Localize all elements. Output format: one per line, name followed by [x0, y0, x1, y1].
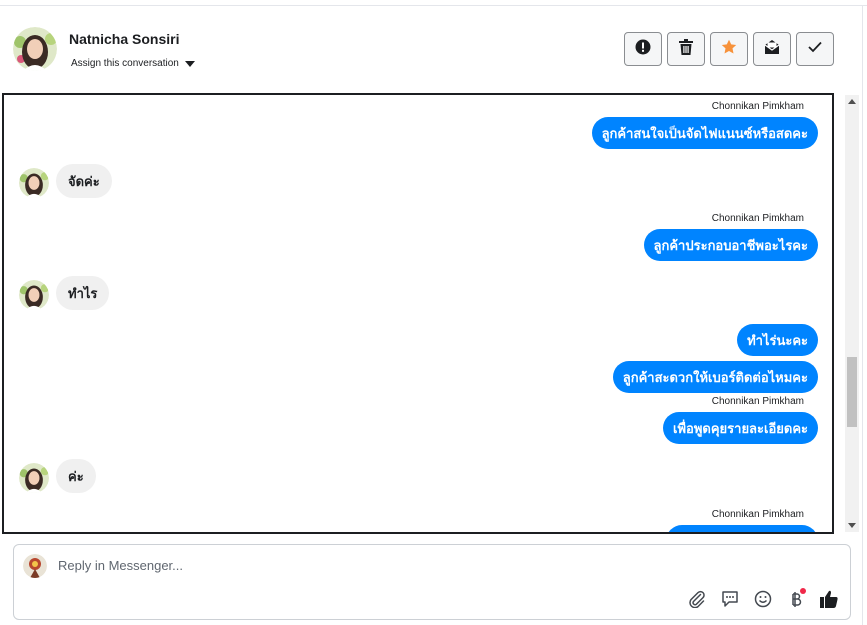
outgoing-message[interactable]: ลูกค้าสะดวกให้เบอร์ติดต่อไหมคะ [612, 361, 818, 393]
star-icon [721, 39, 737, 60]
sender-name: Chonnikan Pimkham [711, 101, 804, 112]
envelope-icon [764, 39, 780, 60]
mark-unread-button[interactable] [753, 32, 791, 66]
saved-reply-icon[interactable] [719, 588, 741, 610]
sender-name: Chonnikan Pimkham [711, 396, 804, 407]
assign-label: Assign this conversation [71, 58, 179, 69]
star-button[interactable] [710, 32, 748, 66]
contact-message-avatar [19, 168, 49, 198]
page-avatar [23, 554, 47, 578]
outgoing-message[interactable]: ลูกค้าสนใจเป็นจัดไฟแนนซ์หรือสดคะ [591, 117, 818, 149]
header-actions [624, 32, 834, 66]
outgoing-message[interactable] [666, 525, 818, 532]
composer-tools [686, 588, 840, 610]
scroll-thumb[interactable] [847, 357, 857, 427]
exclamation-circle-icon [635, 39, 651, 60]
conversation-header: Natnicha Sonsiri Assign this conversatio… [0, 6, 862, 93]
sender-name: Chonnikan Pimkham [711, 213, 804, 224]
contact-avatar[interactable] [13, 27, 57, 71]
baht-payment-icon[interactable] [785, 588, 807, 610]
contact-message-avatar [19, 463, 49, 493]
thumbs-up-icon[interactable] [818, 588, 840, 610]
emoji-icon[interactable] [752, 588, 774, 610]
notification-dot [800, 588, 806, 594]
incoming-message[interactable]: จัดค่ะ [56, 164, 112, 198]
message-thread[interactable]: Chonnikan Pimkham ลูกค้าสนใจเป็นจัดไฟแนน… [2, 93, 834, 534]
paperclip-icon[interactable] [686, 588, 708, 610]
thread-scrollbar[interactable] [845, 95, 859, 532]
incoming-message[interactable]: ค่ะ [56, 459, 96, 493]
contact-name: Natnicha Sonsiri [69, 31, 180, 47]
outgoing-message[interactable]: ลูกค้าประกอบอาชีพอะไรคะ [643, 229, 818, 261]
caret-down-icon [184, 60, 195, 67]
delete-button[interactable] [667, 32, 705, 66]
scroll-up-arrow-icon[interactable] [848, 99, 856, 104]
outgoing-message[interactable]: เพื่อพูดคุยรายละเอียดคะ [663, 412, 818, 444]
reply-input[interactable] [58, 558, 658, 573]
mark-spam-button[interactable] [624, 32, 662, 66]
scroll-down-arrow-icon[interactable] [848, 523, 856, 528]
contact-message-avatar [19, 280, 49, 310]
reply-composer [13, 544, 851, 620]
assign-conversation-dropdown[interactable]: Assign this conversation [71, 58, 195, 69]
incoming-message[interactable]: ทำไร [56, 276, 110, 310]
mark-done-button[interactable] [796, 32, 834, 66]
trash-icon [679, 38, 693, 60]
right-divider [862, 5, 863, 625]
check-icon [808, 40, 822, 58]
outgoing-message[interactable]: ทำไร่นะคะ [737, 324, 818, 356]
sender-name: Chonnikan Pimkham [711, 509, 804, 520]
conversation-panel: Natnicha Sonsiri Assign this conversatio… [0, 0, 867, 625]
